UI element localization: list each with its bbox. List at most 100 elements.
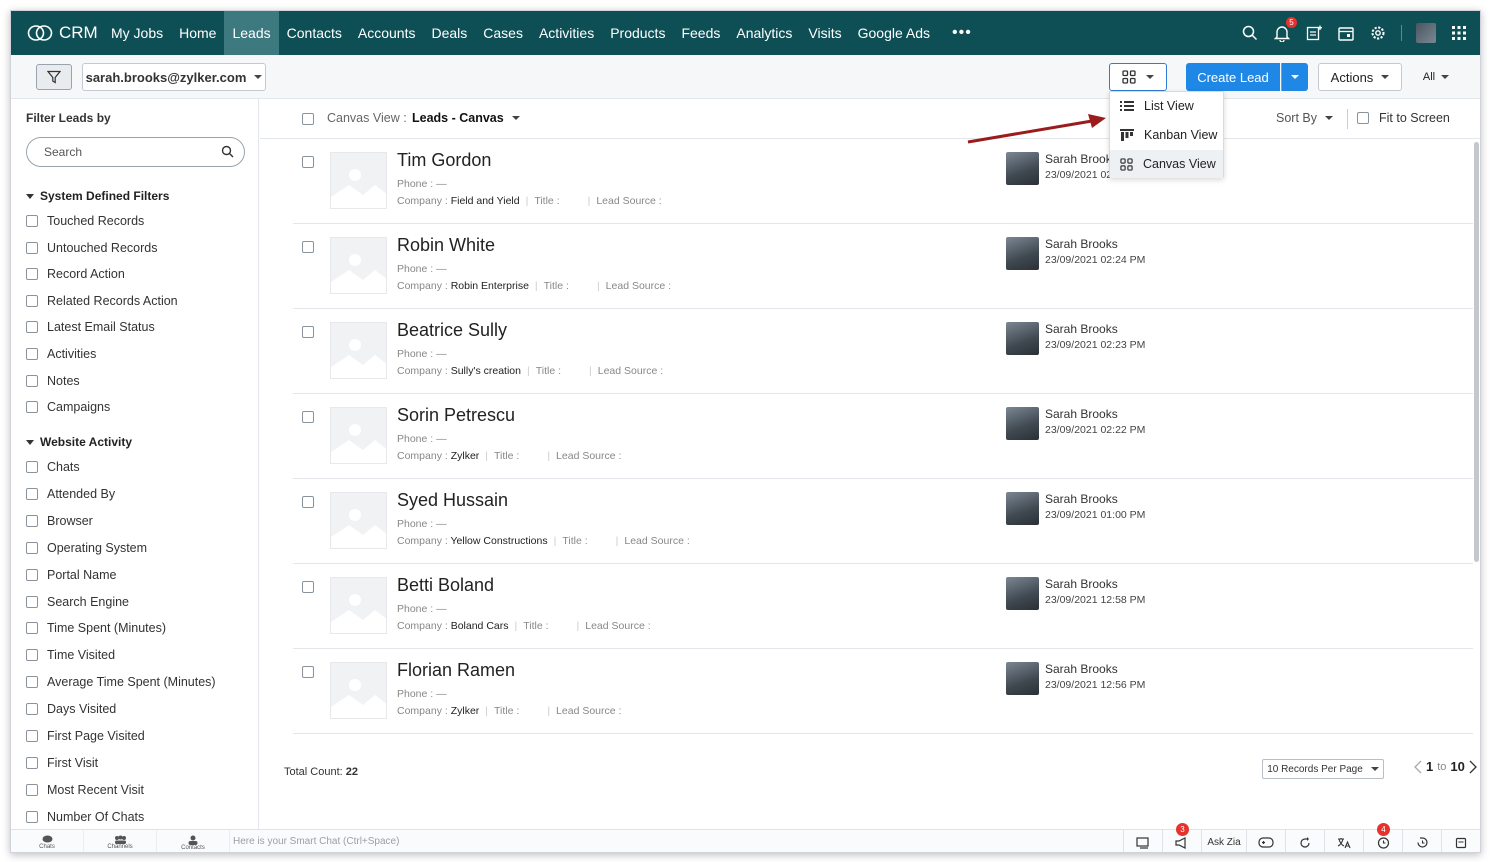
nav-item-my-jobs[interactable]: My Jobs — [103, 11, 171, 55]
filter-checkbox[interactable] — [26, 348, 38, 360]
bottom-tab-channels[interactable]: Channels — [84, 830, 157, 852]
bottom-tab-contacts[interactable]: Contacts — [157, 830, 230, 852]
records-per-page-select[interactable]: 10 Records Per Page — [1262, 759, 1384, 779]
notes-icon[interactable] — [1441, 830, 1480, 852]
filter-item[interactable]: Time Spent (Minutes) — [26, 621, 166, 635]
lead-owner[interactable]: Sarah Brooks — [1045, 577, 1118, 591]
fit-to-screen-toggle[interactable]: Fit to Screen — [1357, 111, 1450, 125]
vertical-scrollbar[interactable] — [1474, 142, 1479, 562]
actions-button[interactable]: Actions — [1318, 63, 1402, 91]
filter-checkbox[interactable] — [26, 783, 38, 796]
view-switcher-button[interactable] — [1109, 63, 1167, 91]
user-avatar[interactable] — [1416, 23, 1436, 43]
filter-item[interactable]: First Page Visited — [26, 729, 145, 743]
lead-owner[interactable]: Sarah Brooks — [1045, 492, 1118, 506]
lead-owner[interactable]: Sarah Brooks — [1045, 152, 1118, 166]
gamepad-icon[interactable] — [1246, 830, 1285, 852]
filter-item[interactable]: Average Time Spent (Minutes) — [26, 675, 216, 689]
filter-checkbox[interactable] — [26, 461, 38, 473]
menu-item-list-view[interactable]: List View — [1110, 92, 1223, 120]
filter-search-input[interactable]: Search — [26, 137, 245, 167]
filter-item[interactable]: Chats — [26, 460, 80, 474]
filter-item[interactable]: Days Visited — [26, 702, 116, 716]
filter-checkbox[interactable] — [26, 676, 38, 689]
create-lead-dropdown-button[interactable] — [1281, 63, 1308, 91]
user-select[interactable]: sarah.brooks@zylker.com — [82, 63, 266, 91]
bell-icon[interactable]: 5 — [1273, 17, 1297, 42]
lead-name[interactable]: Tim Gordon — [397, 150, 491, 171]
app-grid-icon[interactable] — [1450, 24, 1468, 42]
record-checkbox[interactable] — [302, 666, 314, 678]
nav-item-deals[interactable]: Deals — [423, 11, 475, 55]
nav-item-leads[interactable]: Leads — [224, 11, 279, 55]
record-checkbox[interactable] — [302, 411, 314, 423]
filter-checkbox[interactable] — [26, 649, 38, 662]
lead-owner[interactable]: Sarah Brooks — [1045, 662, 1118, 676]
filter-item[interactable]: Attended By — [26, 487, 115, 501]
chevron-left-icon[interactable] — [1414, 760, 1422, 774]
filter-checkbox[interactable] — [26, 541, 38, 554]
nav-item-accounts[interactable]: Accounts — [350, 11, 424, 55]
history-icon[interactable] — [1402, 830, 1441, 852]
filter-checkbox[interactable] — [26, 321, 38, 334]
lead-name[interactable]: Syed Hussain — [397, 490, 508, 511]
filter-item[interactable]: Notes — [26, 374, 80, 388]
nav-item-activities[interactable]: Activities — [531, 11, 602, 55]
filter-item[interactable]: Search Engine — [26, 595, 129, 609]
filter-section-header[interactable]: Website Activity — [26, 435, 132, 449]
lead-name[interactable]: Betti Boland — [397, 575, 494, 596]
filter-item[interactable]: Campaigns — [26, 400, 110, 414]
filter-checkbox[interactable] — [26, 241, 38, 254]
calendar-icon[interactable] — [1337, 24, 1355, 42]
record-checkbox[interactable] — [302, 156, 314, 168]
filter-item[interactable]: First Visit — [26, 756, 98, 770]
record-checkbox[interactable] — [302, 326, 314, 338]
filter-checkbox[interactable] — [26, 401, 38, 414]
filter-checkbox[interactable] — [26, 268, 38, 281]
nav-item-contacts[interactable]: Contacts — [279, 11, 350, 55]
filter-item[interactable]: Untouched Records — [26, 241, 157, 255]
lead-card[interactable]: Syed Hussain Phone : — Company : Yellow Co… — [293, 479, 1473, 564]
lead-owner[interactable]: Sarah Brooks — [1045, 407, 1118, 421]
select-all-checkbox[interactable] — [302, 113, 314, 125]
create-lead-button[interactable]: Create Lead — [1186, 63, 1280, 91]
filter-checkbox[interactable] — [26, 622, 38, 635]
filter-checkbox[interactable] — [26, 730, 38, 742]
crm-logo[interactable]: CRM — [11, 23, 103, 43]
filter-item[interactable]: Number Of Chats — [26, 810, 144, 824]
lead-name[interactable]: Florian Ramen — [397, 660, 515, 681]
lead-card[interactable]: Betti Boland Phone : — Company : Boland Ca… — [293, 564, 1473, 649]
alarm-clock-icon[interactable]: 4 — [1363, 823, 1402, 852]
ask-zia-button[interactable]: Ask Zia — [1201, 830, 1246, 852]
lead-card[interactable]: Tim Gordon Phone : — Company : Field and Y… — [293, 139, 1473, 224]
nav-item-home[interactable]: Home — [171, 11, 224, 55]
filter-checkbox[interactable] — [26, 703, 38, 716]
record-checkbox[interactable] — [302, 581, 314, 593]
nav-item-visits[interactable]: Visits — [800, 11, 849, 55]
canvas-view-select[interactable]: Leads - Canvas — [412, 111, 520, 125]
filter-checkbox[interactable] — [26, 215, 38, 227]
filter-item[interactable]: Related Records Action — [26, 294, 178, 308]
filter-item[interactable]: Browser — [26, 514, 93, 528]
lead-name[interactable]: Beatrice Sully — [397, 320, 507, 341]
announcement-icon[interactable]: 3 — [1162, 823, 1201, 852]
filter-checkbox[interactable] — [26, 374, 38, 387]
search-icon[interactable] — [1241, 24, 1259, 42]
lead-name[interactable]: Sorin Petrescu — [397, 405, 515, 426]
sort-by-select[interactable]: Sort By — [1276, 111, 1333, 125]
filter-checkbox[interactable] — [26, 487, 38, 500]
record-checkbox[interactable] — [302, 241, 314, 253]
filter-item[interactable]: Operating System — [26, 541, 147, 555]
all-select[interactable]: All — [1416, 63, 1456, 91]
bottom-tab-chats[interactable]: Chats — [11, 830, 84, 852]
menu-item-kanban-view[interactable]: Kanban View — [1110, 121, 1223, 149]
filter-checkbox[interactable] — [26, 810, 38, 823]
add-record-icon[interactable] — [1305, 24, 1323, 42]
nav-item-google-ads[interactable]: Google Ads — [850, 11, 938, 55]
lead-card[interactable]: Sorin Petrescu Phone : — Company : Zylker |… — [293, 394, 1473, 479]
chevron-right-icon[interactable] — [1469, 760, 1477, 774]
filter-item[interactable]: Most Recent Visit — [26, 783, 144, 797]
lead-card[interactable]: Robin White Phone : — Company : Robin Ente… — [293, 224, 1473, 309]
filter-checkbox[interactable] — [26, 756, 38, 769]
translate-icon[interactable] — [1324, 830, 1363, 852]
